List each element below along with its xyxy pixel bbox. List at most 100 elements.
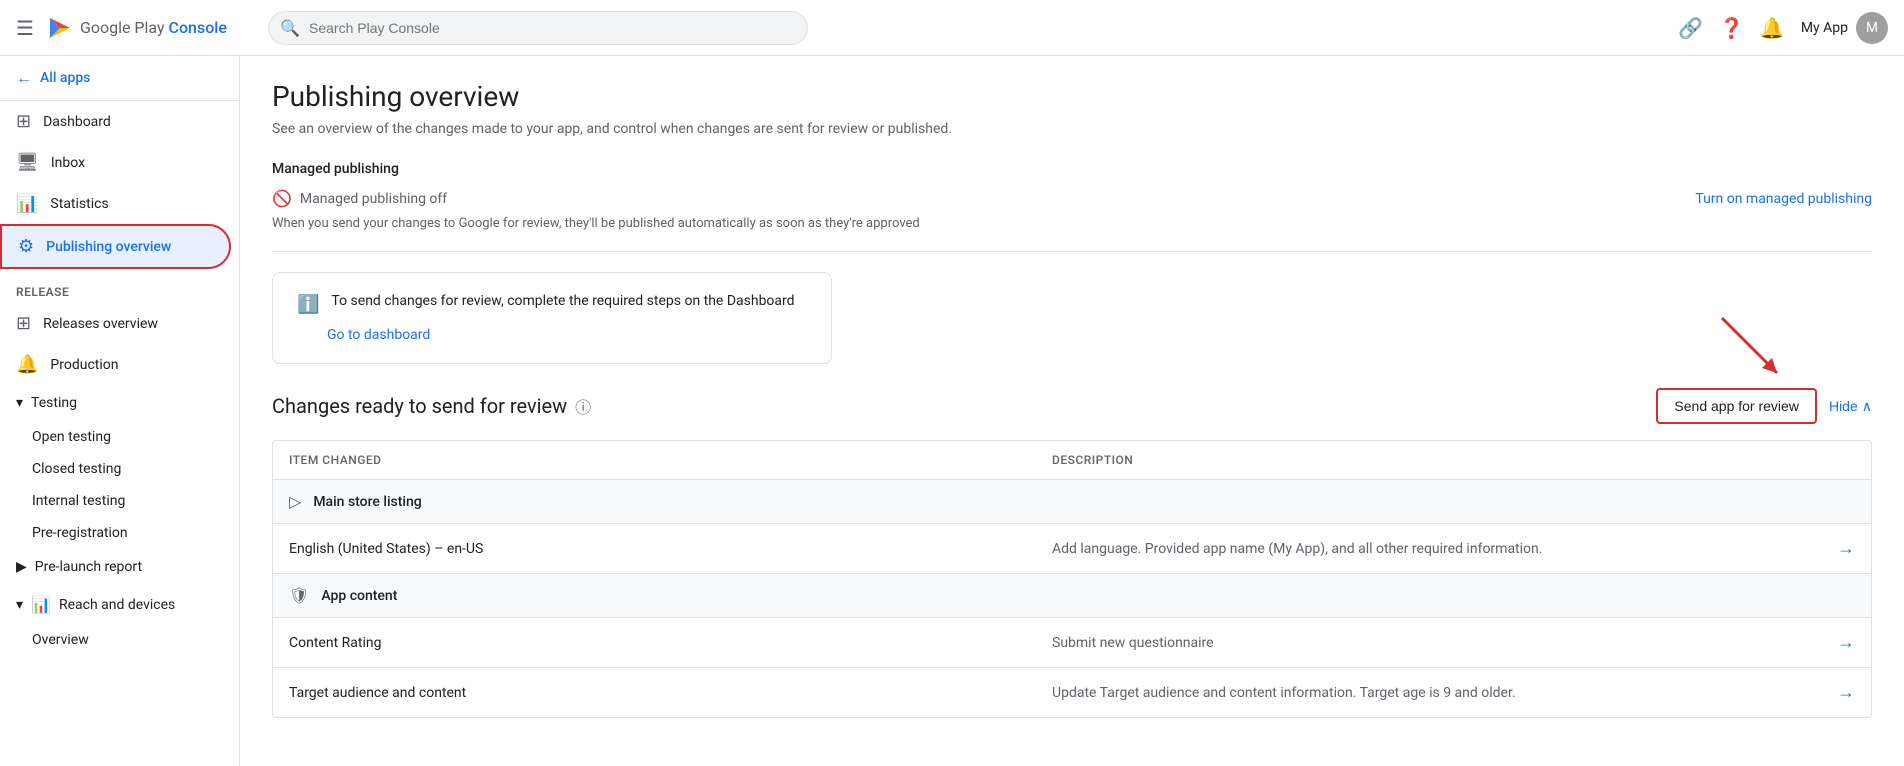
notifications-icon[interactable]: 🔔 [1760,16,1785,40]
shield-icon: 🛡 [289,586,309,605]
production-icon: 🔔 [16,354,38,375]
all-apps-link[interactable]: ← All apps [0,56,239,101]
sidebar-item-internal-testing[interactable]: Internal testing [0,485,231,517]
internal-testing-label: Internal testing [32,493,125,509]
avatar: M [1856,12,1888,44]
release-section-label: Release [0,269,239,303]
publishing-icon: ⚙ [18,236,34,257]
closed-testing-label: Closed testing [32,461,121,477]
table-header-action [1815,453,1855,467]
main-content: Publishing overview See an overview of t… [240,56,1904,766]
reach-chart-icon: 📊 [31,595,51,614]
logo-area: Google Play Console [46,14,227,42]
table-group-main-store-listing: ▷ Main store listing [273,480,1871,524]
sidebar-item-reach-devices[interactable]: ▾ 📊 Reach and devices [0,585,231,624]
managed-pub-section-title: Managed publishing [272,161,1872,177]
dashboard-icon: ⊞ [16,111,31,132]
info-icon: ℹ️ [297,294,319,315]
divider [272,251,1872,252]
play-logo-icon [46,14,74,42]
managed-pub-status-text: Managed publishing off [300,191,447,207]
turn-on-managed-publishing-link[interactable]: Turn on managed publishing [1695,191,1872,207]
sidebar-item-label: Dashboard [43,114,111,130]
overview-label: Overview [32,632,89,648]
table-row-arrow-icon[interactable]: → [1815,682,1855,703]
user-area[interactable]: My App M [1801,12,1888,44]
changes-table: Item changed Description ▷ Main store li… [272,440,1872,718]
sidebar-item-releases-overview[interactable]: ⊞ Releases overview [0,303,231,344]
changes-title-text: Changes ready to send for review [272,394,567,418]
search-icon: 🔍 [280,18,300,37]
help-icon[interactable]: ❓ [1719,16,1744,40]
sidebar-item-pre-registration[interactable]: Pre-registration [0,517,231,549]
table-row: Target audience and content Update Targe… [273,668,1871,717]
managed-pub-desc: When you send your changes to Google for… [272,216,1872,231]
chevron-up-icon: ∧ [1862,398,1872,415]
managed-pub-row: 🚫 Managed publishing off Turn on managed… [272,189,1872,208]
sidebar-item-open-testing[interactable]: Open testing [0,421,231,453]
sidebar-item-label: Testing [31,395,77,411]
sidebar-item-overview[interactable]: Overview [0,624,231,656]
sidebar: ← All apps ⊞ Dashboard 🖥 Inbox 📊 Statist… [0,56,240,766]
reach-devices-label: Reach and devices [59,597,175,613]
send-app-for-review-button[interactable]: Send app for review [1656,388,1817,424]
hide-button[interactable]: Hide ∧ [1829,398,1872,415]
hide-label: Hide [1829,398,1858,414]
sidebar-item-dashboard[interactable]: ⊞ Dashboard [0,101,231,142]
managed-pub-off-icon: 🚫 [272,189,292,208]
pre-launch-label: Pre-launch report [35,559,142,575]
search-input[interactable] [268,11,808,45]
table-row-arrow-icon[interactable]: → [1815,632,1855,653]
statistics-icon: 📊 [16,193,38,214]
changes-header: Changes ready to send for review ⓘ Send … [272,388,1872,424]
layout: ← All apps ⊞ Dashboard 🖥 Inbox 📊 Statist… [0,56,1904,766]
open-testing-label: Open testing [32,429,111,445]
table-header-item: Item changed [289,453,1052,467]
expand-icon: ▶ [16,559,27,575]
sidebar-item-inbox[interactable]: 🖥 Inbox [0,142,231,183]
changes-title: Changes ready to send for review ⓘ [272,394,591,418]
table-header: Item changed Description [273,441,1871,480]
go-dashboard-link[interactable]: Go to dashboard [327,327,807,343]
publishing-chip [197,245,213,249]
page-subtitle: See an overview of the changes made to y… [272,121,1872,137]
link-icon[interactable]: 🔗 [1678,16,1703,40]
menu-icon[interactable]: ☰ [16,16,34,40]
table-group-app-content: 🛡 App content [273,574,1871,618]
sidebar-item-label: Production [50,357,118,373]
topbar: ☰ Google Play Console 🔍 🔗 ❓ 🔔 My App M [0,0,1904,56]
info-box: ℹ️ To send changes for review, complete … [272,272,832,364]
sidebar-item-testing[interactable]: ▾ Testing [0,385,231,421]
sidebar-item-label: Statistics [50,196,108,212]
group-label: Main store listing [313,494,421,510]
logo-console: Console [169,18,227,37]
info-box-row: ℹ️ To send changes for review, complete … [297,293,807,315]
help-circle-icon[interactable]: ⓘ [575,394,591,418]
sidebar-item-label: Publishing overview [46,239,171,255]
table-row-arrow-icon[interactable]: → [1815,538,1855,559]
table-header-desc: Description [1052,453,1815,467]
topbar-right: 🔗 ❓ 🔔 My App M [1678,12,1888,44]
managed-pub-left: 🚫 Managed publishing off [272,189,447,208]
sidebar-item-statistics[interactable]: 📊 Statistics [0,183,231,224]
sidebar-item-label: Releases overview [43,316,158,332]
table-cell-item: English (United States) – en-US [289,541,1052,557]
pre-registration-label: Pre-registration [32,525,128,541]
changes-actions: Send app for review Hide ∧ [1656,388,1872,424]
sidebar-item-closed-testing[interactable]: Closed testing [0,453,231,485]
page-title: Publishing overview [272,80,1872,113]
all-apps-label: All apps [40,70,90,86]
testing-icon: ▾ [16,395,23,411]
group-label: App content [321,588,397,604]
sidebar-item-pre-launch[interactable]: ▶ Pre-launch report [0,549,231,585]
reach-icon: ▾ [16,597,23,613]
user-name: My App [1801,20,1848,36]
table-row: Content Rating Submit new questionnaire … [273,618,1871,668]
releases-icon: ⊞ [16,313,31,334]
table-cell-item: Content Rating [289,635,1052,651]
logo-google: Google Play [80,18,169,37]
logo-text: Google Play Console [80,18,227,37]
sidebar-item-production[interactable]: 🔔 Production [0,344,231,385]
managed-pub-status: 🚫 Managed publishing off [272,189,447,208]
sidebar-item-publishing[interactable]: ⚙ Publishing overview [0,224,231,269]
